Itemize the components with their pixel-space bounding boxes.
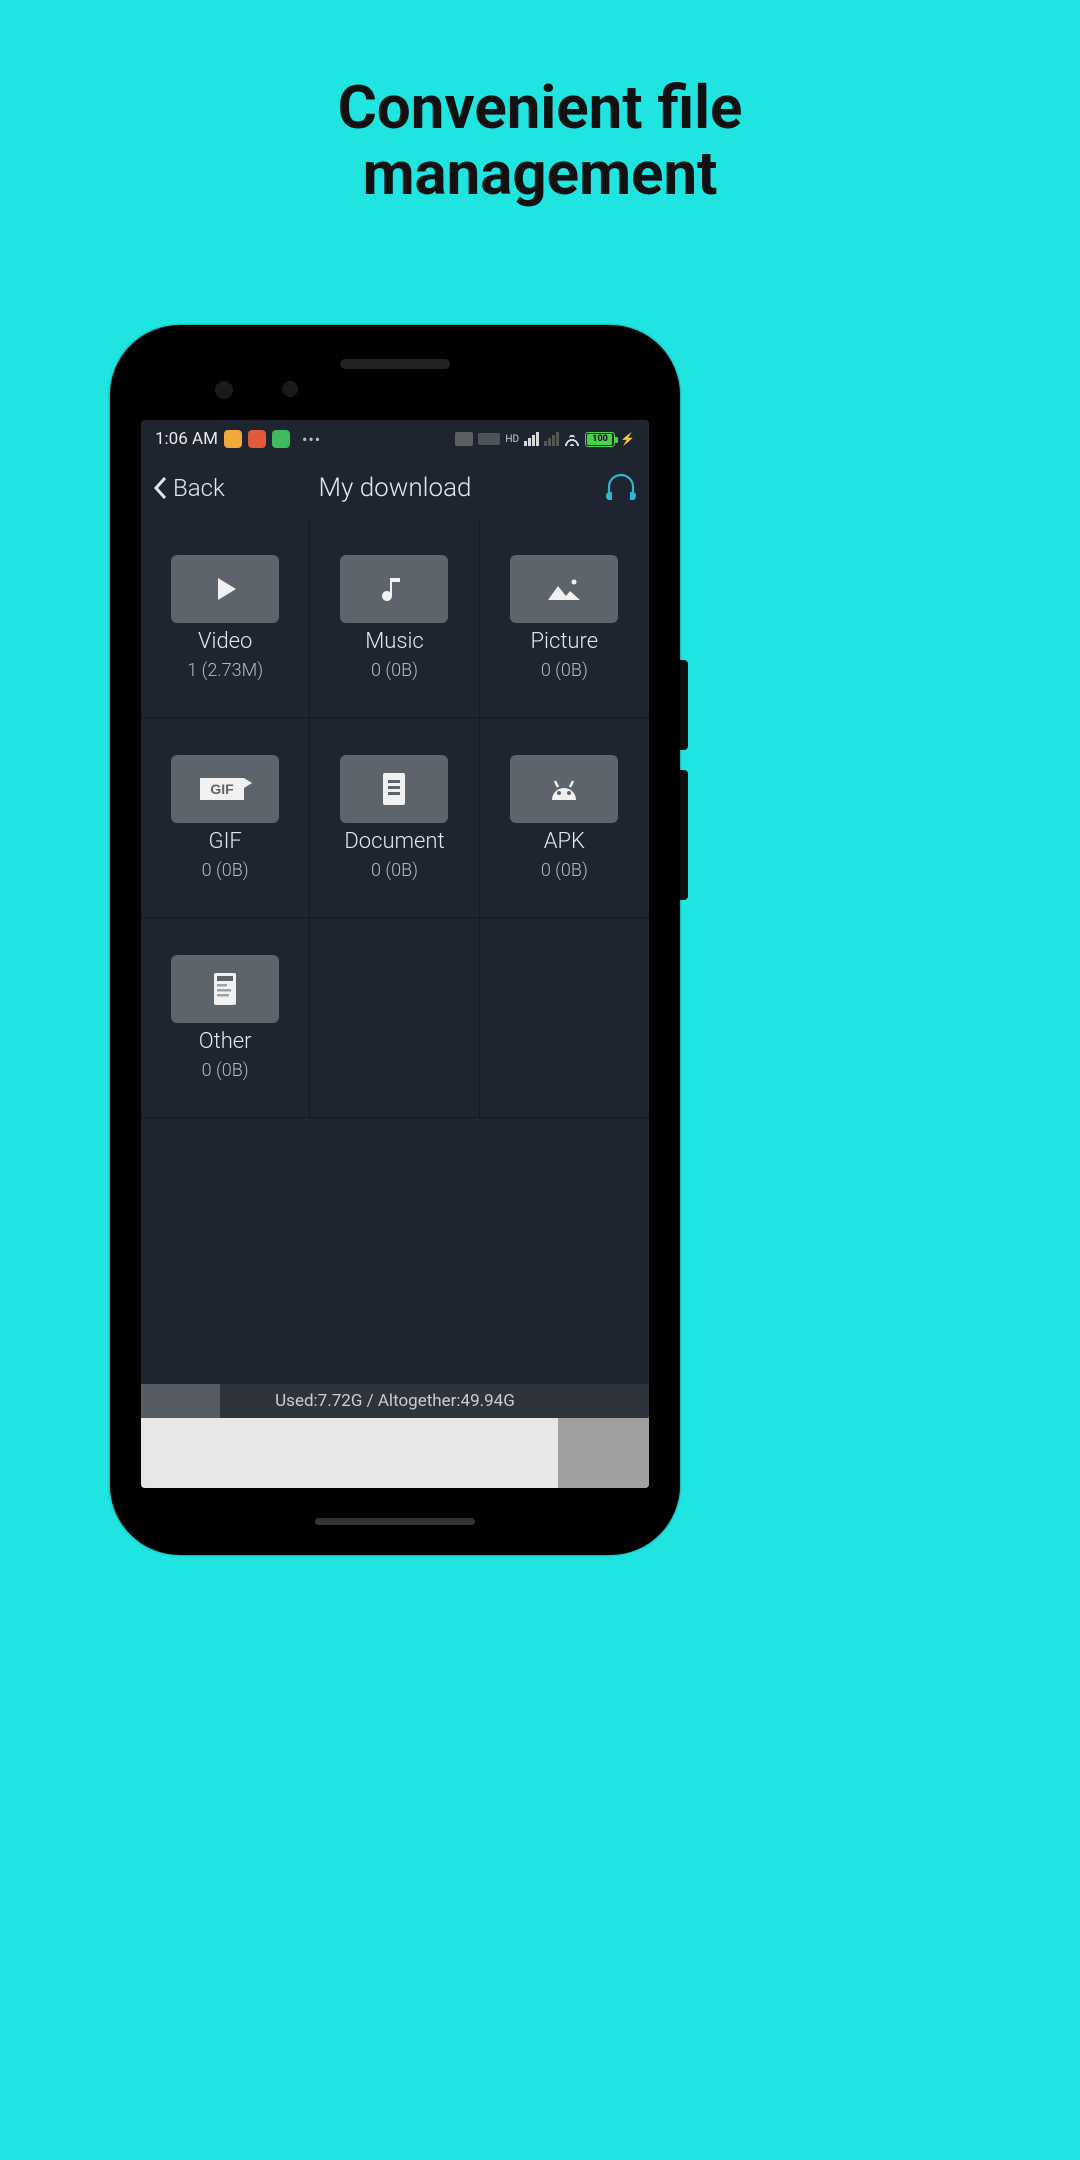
category-info: 1 (2.73M) (187, 660, 263, 681)
category-grid: Video1 (2.73M)Music0 (0B)Picture0 (0B)GI… (141, 518, 649, 1118)
category-gif[interactable]: GIF GIF 0 (0B) (141, 718, 310, 918)
phone-frame: 1:06 AM ••• HD 100 (110, 325, 680, 1555)
category-info: 0 (0B) (541, 860, 588, 881)
storage-text: Used:7.72G / Altogether:49.94G (275, 1391, 515, 1411)
category-info: 0 (0B) (371, 660, 418, 681)
other-icon (171, 955, 279, 1023)
home-indicator (315, 1518, 475, 1525)
empty-cell (480, 918, 649, 1118)
hd-indicator: HD (505, 434, 519, 445)
document-icon (340, 755, 448, 823)
wifi-icon (564, 432, 580, 446)
promo-headline: Convenient file management (0, 75, 1080, 207)
category-apk[interactable]: APK 0 (0B) (480, 718, 649, 918)
status-indicator (455, 432, 473, 446)
category-name: Video (198, 629, 252, 654)
charging-icon: ⚡ (620, 432, 635, 446)
category-other[interactable]: Other 0 (0B) (141, 918, 310, 1118)
gif-icon: GIF (171, 755, 279, 823)
empty-cell (310, 918, 479, 1118)
ad-banner[interactable] (141, 1418, 649, 1488)
play-icon (171, 555, 279, 623)
signal-bars-icon (524, 432, 539, 446)
phone-speaker (340, 359, 450, 369)
phone-side-button (680, 660, 688, 750)
app-screen: 1:06 AM ••• HD 100 (141, 420, 649, 1488)
notification-icon (224, 430, 242, 448)
category-name: Other (199, 1029, 252, 1054)
back-button[interactable]: Back (151, 474, 225, 502)
category-info: 0 (0B) (202, 1060, 249, 1081)
category-document[interactable]: Document 0 (0B) (310, 718, 479, 918)
nav-bar: Back My download (141, 458, 649, 518)
notification-icon (272, 430, 290, 448)
storage-bar[interactable]: Used:7.72G / Altogether:49.94G (141, 1384, 649, 1418)
signal-bars-dim-icon (544, 432, 559, 446)
category-name: APK (544, 829, 585, 854)
category-picture[interactable]: Picture 0 (0B) (480, 518, 649, 718)
headphones-icon (603, 468, 639, 504)
notification-icon (248, 430, 266, 448)
headphones-button[interactable] (603, 468, 639, 508)
category-name: Document (344, 829, 444, 854)
battery-icon: 100 (585, 432, 615, 447)
category-info: 0 (0B) (371, 860, 418, 881)
category-name: GIF (209, 829, 242, 854)
chevron-left-icon (151, 474, 171, 502)
category-music[interactable]: Music 0 (0B) (310, 518, 479, 718)
status-time: 1:06 AM (155, 429, 218, 449)
status-bar: 1:06 AM ••• HD 100 (141, 420, 649, 458)
picture-icon (510, 555, 618, 623)
category-info: 0 (0B) (202, 860, 249, 881)
back-label: Back (173, 474, 225, 502)
promo-line-1: Convenient file (0, 75, 1080, 141)
category-name: Picture (531, 629, 599, 654)
phone-camera (215, 381, 233, 399)
empty-space (141, 1118, 649, 1384)
phone-side-button (680, 770, 688, 900)
category-name: Music (365, 629, 424, 654)
promo-line-2: management (0, 141, 1080, 207)
status-indicator (478, 433, 500, 445)
svg-text:GIF: GIF (210, 781, 234, 797)
phone-camera (282, 381, 298, 397)
music-icon (340, 555, 448, 623)
more-notifications-icon: ••• (302, 430, 321, 449)
apk-icon (510, 755, 618, 823)
category-video[interactable]: Video 1 (2.73M) (141, 518, 310, 718)
category-info: 0 (0B) (541, 660, 588, 681)
storage-used-fill (141, 1384, 220, 1418)
